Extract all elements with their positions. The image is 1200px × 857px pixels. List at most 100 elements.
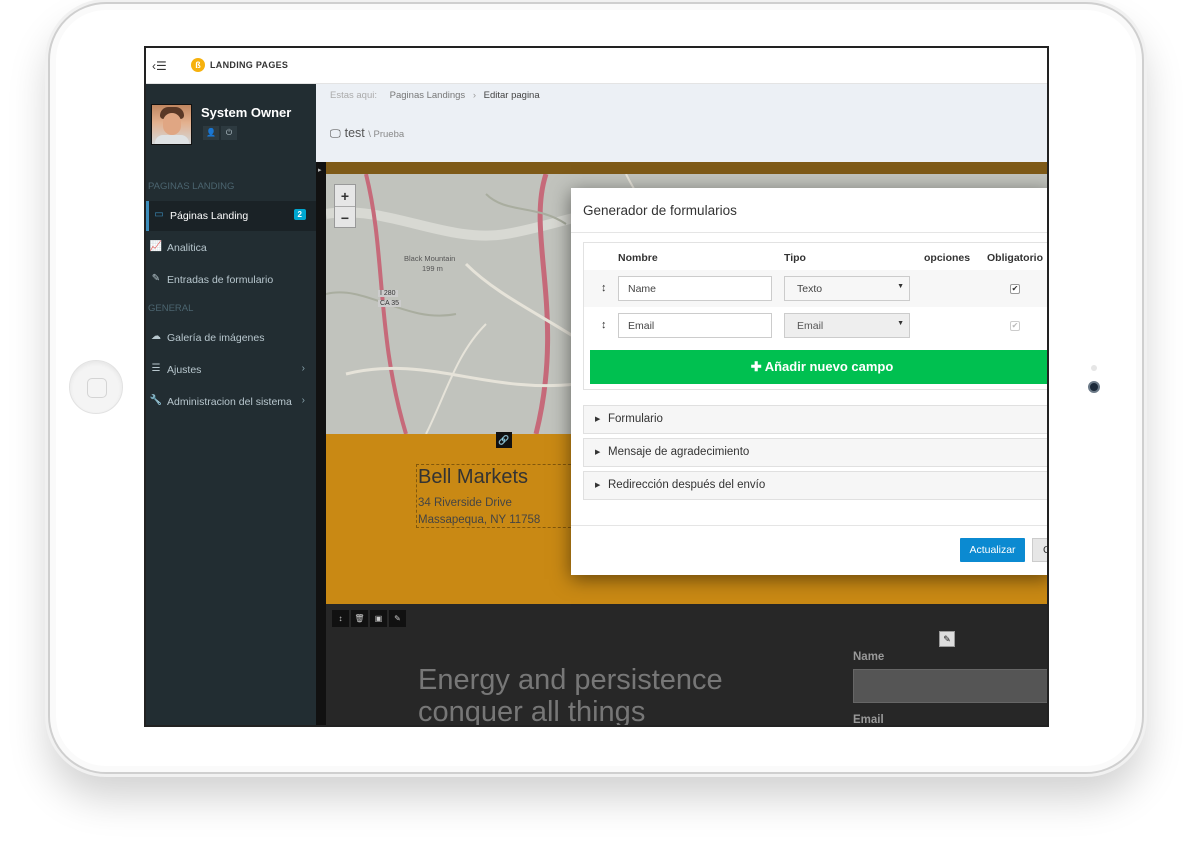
accordion-form[interactable]: ▶ Formulario: [583, 405, 1047, 434]
sliders-icon: ☰: [151, 363, 161, 374]
power-icon[interactable]: ⏻: [221, 126, 237, 140]
app-title[interactable]: LANDING PAGES: [210, 60, 288, 70]
drag-handle-icon[interactable]: ↕: [601, 319, 607, 331]
map-highway-label: I 280: [378, 290, 398, 297]
field-type-value: Texto: [797, 283, 823, 295]
sidebar-item-gallery[interactable]: ☁ Galería de imágenes: [146, 323, 316, 353]
sensor-dot: [1091, 365, 1097, 371]
caret-right-icon: ▶: [595, 449, 601, 456]
add-field-button[interactable]: ✚ Añadir nuevo campo: [590, 350, 1047, 384]
breadcrumb-current: Editar pagina: [483, 90, 540, 101]
preview-name-input[interactable]: [853, 669, 1047, 703]
field-type-select[interactable]: Texto ▼: [784, 276, 910, 301]
top-section-strip: [326, 162, 1047, 174]
field-type-value: Email: [797, 320, 824, 332]
field-name-input[interactable]: Email: [618, 313, 772, 338]
sidebar-item-form-entries[interactable]: ✎ Entradas de formulario: [146, 265, 316, 295]
line-chart-icon: 📈: [149, 241, 163, 252]
move-icon[interactable]: ↕: [332, 610, 349, 627]
menu-toggle-icon[interactable]: ‹☰: [152, 59, 167, 73]
accordion-thank-you[interactable]: ▶ Mensaje de agradecimiento: [583, 438, 1047, 467]
column-header-options: opciones: [924, 252, 971, 264]
field-name-input[interactable]: Name: [618, 276, 772, 301]
required-checkbox[interactable]: ✔: [1010, 321, 1020, 331]
app-logo-icon: ß: [191, 58, 205, 72]
map-label: Black Mountain: [404, 254, 456, 263]
map-highway-label: CA 35: [378, 300, 402, 307]
field-type-select[interactable]: Email ▼: [784, 313, 910, 338]
top-bar: ‹☰ ß LANDING PAGES: [146, 48, 1047, 84]
sidebar: System Owner 👤 ⏻ PAGINAS LANDING ▭ Págin…: [146, 84, 316, 725]
sidebar-item-analytics[interactable]: 📈 Analitica: [146, 233, 316, 263]
image-icon[interactable]: ▣: [370, 610, 387, 627]
accordion-label: Formulario: [608, 413, 663, 425]
camera-icon: [1088, 381, 1100, 393]
page-subtitle: \ Prueba: [368, 129, 405, 140]
link-icon[interactable]: 🔗: [496, 432, 512, 448]
page-title-text: test: [344, 126, 365, 140]
caret-down-icon: ▼: [897, 283, 904, 290]
count-badge: 2: [293, 209, 306, 220]
preview-email-label: Email: [853, 714, 884, 726]
edit-icon: ✎: [151, 273, 161, 284]
wrench-icon: 🔧: [149, 395, 163, 406]
avatar: [151, 104, 192, 145]
map-label: 199 m: [422, 264, 443, 273]
column-header-name: Nombre: [618, 252, 658, 264]
accordion-label: Redirección después del envío: [608, 479, 766, 491]
store-address-line1: 34 Riverside Drive: [418, 497, 512, 509]
table-row: ↕ Email Email ▼ ✔: [584, 307, 1047, 344]
monitor-icon: 🖵: [330, 128, 341, 140]
store-address-line2: Massapequa, NY 11758: [418, 514, 541, 526]
accordion-label: Mensaje de agradecimiento: [608, 446, 750, 458]
screen: ‹☰ ß LANDING PAGES System Owner 👤 ⏻ PAGI…: [144, 46, 1049, 727]
breadcrumb-link-landings[interactable]: Paginas Landings: [390, 90, 466, 101]
laptop-icon: ▭: [154, 209, 164, 220]
map-zoom-control: + −: [334, 184, 356, 228]
home-button[interactable]: [69, 360, 123, 414]
user-name: System Owner: [201, 105, 292, 120]
block-toolbar: ↕ 🗑 ▣ ✎: [332, 610, 406, 627]
trash-icon[interactable]: 🗑: [351, 610, 368, 627]
cancel-button[interactable]: C: [1032, 538, 1047, 562]
sidebar-item-label: Ajustes: [167, 364, 202, 376]
breadcrumb-prefix: Estas aqui:: [330, 90, 377, 101]
caret-down-icon: ▼: [897, 320, 904, 327]
zoom-out-button[interactable]: −: [335, 207, 355, 229]
sidebar-item-label: Galería de imágenes: [167, 332, 265, 344]
update-button[interactable]: Actualizar: [960, 538, 1025, 562]
fields-table: Nombre Tipo opciones Obligatorio ↕ Name …: [583, 242, 1047, 390]
sidebar-item-system-admin[interactable]: 🔧 Administracion del sistema ›: [146, 387, 316, 417]
accordion-redirect[interactable]: ▶ Redirección después del envío: [583, 471, 1047, 500]
sidebar-item-label: Páginas Landing: [170, 210, 249, 222]
column-header-required: Obligatorio: [987, 252, 1043, 264]
home-square-icon: [87, 378, 107, 398]
content-header: Estas aqui: Paginas Landings › Editar pa…: [316, 84, 1047, 162]
modal-title: Generador de formularios: [583, 203, 737, 218]
sidebar-item-settings[interactable]: ☰ Ajustes ›: [146, 355, 316, 385]
preview-name-label: Name: [853, 651, 885, 663]
drag-handle-icon[interactable]: ↕: [601, 282, 607, 294]
pencil-icon[interactable]: ✎: [389, 610, 406, 627]
table-row: ↕ Name Texto ▼ ✔: [584, 270, 1047, 307]
cloud-icon: ☁: [151, 331, 161, 342]
sidebar-section-landing: PAGINAS LANDING: [148, 181, 235, 192]
form-builder-modal: Generador de formularios Nombre Tipo opc…: [571, 188, 1047, 575]
expand-arrow-icon[interactable]: ▸: [318, 166, 322, 174]
store-name: Bell Markets: [418, 466, 529, 488]
caret-right-icon: ▶: [595, 482, 601, 489]
breadcrumb: Estas aqui: Paginas Landings › Editar pa…: [330, 90, 540, 101]
edit-form-pencil-icon[interactable]: ✎: [939, 631, 955, 647]
quote-line-2: conquer all things: [418, 696, 646, 727]
sidebar-item-label: Administracion del sistema: [167, 396, 292, 408]
column-header-type: Tipo: [784, 252, 806, 264]
zoom-in-button[interactable]: +: [335, 185, 355, 207]
required-checkbox[interactable]: ✔: [1010, 284, 1020, 294]
profile-icon[interactable]: 👤: [203, 126, 219, 140]
chevron-right-icon: ›: [301, 395, 305, 406]
page-title: 🖵 test \ Prueba: [330, 126, 404, 141]
sidebar-item-label: Analitica: [167, 242, 207, 254]
sidebar-item-landing-pages[interactable]: ▭ Páginas Landing 2: [146, 201, 316, 231]
quote-line-1: Energy and persistence: [418, 664, 723, 696]
sidebar-item-label: Entradas de formulario: [167, 274, 274, 286]
